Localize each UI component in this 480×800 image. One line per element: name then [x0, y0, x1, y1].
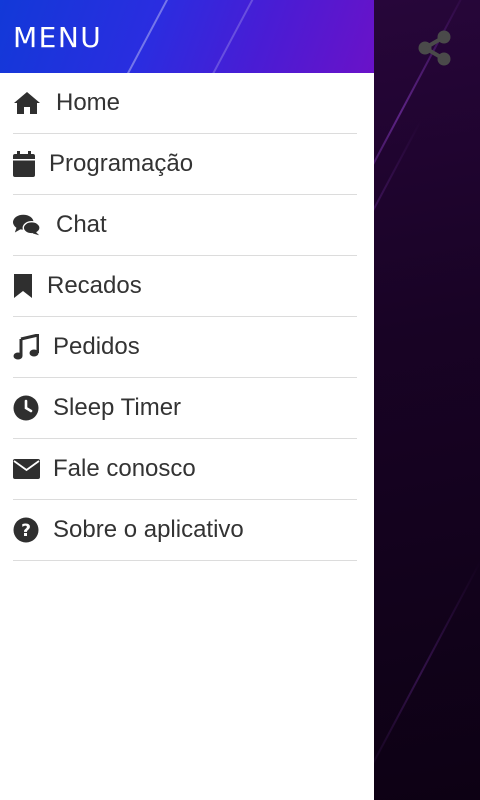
menu-item-home[interactable]: Home: [13, 73, 357, 134]
svg-text:?: ?: [21, 521, 31, 541]
menu-item-programacao[interactable]: Programação: [13, 134, 357, 195]
menu-item-pedidos[interactable]: Pedidos: [13, 317, 357, 378]
menu-item-label: Recados: [47, 272, 142, 299]
menu-list: Home Programação Chat Recados Pedidos Sl…: [0, 73, 374, 561]
bookmark-icon: [13, 272, 35, 300]
share-button[interactable]: [414, 27, 456, 69]
menu-item-sobre[interactable]: ? Sobre o aplicativo: [13, 500, 357, 561]
drawer-header: MENU: [0, 0, 374, 73]
menu-item-fale-conosco[interactable]: Fale conosco: [13, 439, 357, 500]
menu-item-recados[interactable]: Recados: [13, 256, 357, 317]
menu-item-label: Fale conosco: [53, 455, 196, 482]
calendar-icon: [13, 150, 37, 178]
menu-item-label: Sleep Timer: [53, 394, 182, 421]
share-icon: [418, 30, 451, 66]
chat-icon: [13, 211, 41, 239]
navigation-drawer: MENU Home Programação Chat Recados Pedid…: [0, 0, 374, 800]
menu-item-label: Chat: [56, 211, 107, 238]
clock-icon: [13, 394, 41, 422]
header-streak: [121, 0, 181, 73]
menu-item-chat[interactable]: Chat: [13, 195, 357, 256]
menu-item-label: Sobre o aplicativo: [53, 516, 244, 543]
menu-item-label: Home: [56, 89, 121, 116]
background-streak: [357, 560, 480, 791]
envelope-icon: [13, 455, 41, 483]
home-icon: [13, 89, 41, 117]
menu-item-sleep-timer[interactable]: Sleep Timer: [13, 378, 357, 439]
menu-item-label: Pedidos: [53, 333, 140, 360]
drawer-title: MENU: [13, 21, 103, 54]
music-note-icon: [13, 333, 41, 361]
question-circle-icon: ?: [13, 516, 41, 544]
header-streak: [201, 0, 261, 73]
menu-item-label: Programação: [49, 150, 194, 177]
